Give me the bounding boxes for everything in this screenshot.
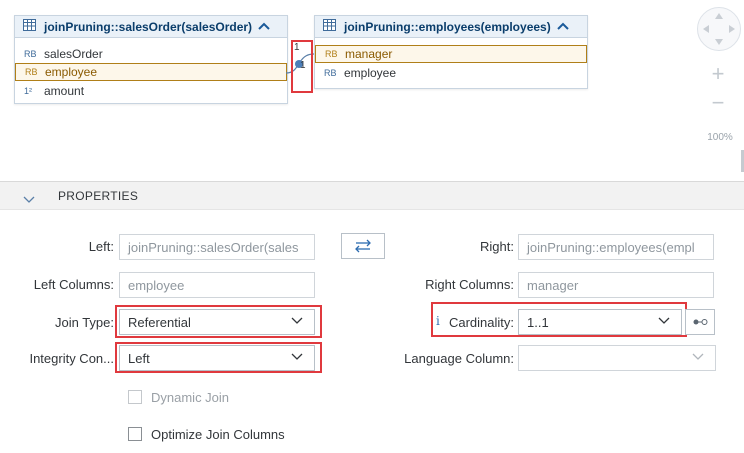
left-column-name: employee bbox=[45, 65, 98, 79]
cardinality-highlight bbox=[431, 302, 687, 337]
left-column-name: salesOrder bbox=[44, 46, 103, 61]
join-link-highlight bbox=[291, 40, 313, 93]
string-type-icon: RB bbox=[25, 67, 38, 77]
zoom-level: 100% bbox=[707, 132, 733, 143]
dynamic-join-checkbox[interactable] bbox=[128, 390, 142, 404]
right-field: joinPruning::employees(empl bbox=[518, 234, 714, 260]
properties-header[interactable]: PROPERTIES bbox=[0, 181, 744, 210]
join-type-label: Join Type: bbox=[54, 315, 114, 330]
left-column-name: amount bbox=[44, 83, 85, 98]
right-table-header[interactable]: joinPruning::employees(employees) bbox=[315, 16, 587, 38]
zoom-in-icon[interactable]: + bbox=[707, 63, 729, 86]
integrity-label: Integrity Con... bbox=[29, 351, 114, 366]
zoom-out-icon[interactable]: − bbox=[707, 92, 729, 115]
left-table-node[interactable]: joinPruning::salesOrder(salesOrder) RB s… bbox=[14, 15, 288, 104]
right-label: Right: bbox=[480, 239, 514, 254]
right-column-row[interactable]: RB employee bbox=[315, 63, 587, 82]
integrity-highlight bbox=[115, 342, 322, 373]
left-columns-field: employee bbox=[119, 272, 315, 298]
properties-title: PROPERTIES bbox=[58, 189, 139, 203]
join-canvas[interactable]: joinPruning::salesOrder(salesOrder) RB s… bbox=[0, 0, 744, 178]
chevron-down-icon bbox=[691, 349, 705, 366]
dynamic-join-label: Dynamic Join bbox=[151, 390, 230, 405]
table-icon bbox=[23, 18, 36, 36]
right-columns-label: Right Columns: bbox=[425, 277, 514, 292]
right-table-node[interactable]: joinPruning::employees(employees) RB man… bbox=[314, 15, 588, 89]
left-columns-label: Left Columns: bbox=[33, 277, 114, 292]
swap-icon bbox=[355, 239, 371, 253]
chevron-down-icon[interactable] bbox=[22, 191, 36, 209]
string-type-icon: RB bbox=[324, 67, 337, 78]
left-table-title: joinPruning::salesOrder(salesOrder) bbox=[44, 19, 253, 34]
left-field: joinPruning::salesOrder(sales bbox=[119, 234, 315, 260]
language-column-select[interactable] bbox=[518, 345, 716, 371]
left-column-row[interactable]: RB salesOrder bbox=[15, 44, 287, 63]
left-table-header[interactable]: joinPruning::salesOrder(salesOrder) bbox=[15, 16, 287, 38]
left-column-row-selected[interactable]: RB employee bbox=[15, 63, 287, 81]
right-columns-field: manager bbox=[518, 272, 714, 298]
pan-control[interactable] bbox=[697, 7, 741, 51]
collapse-icon[interactable] bbox=[556, 18, 570, 36]
right-table-title: joinPruning::employees(employees) bbox=[344, 19, 551, 34]
optimize-join-columns-checkbox[interactable] bbox=[128, 427, 142, 441]
right-column-name: employee bbox=[344, 65, 397, 80]
link-nodes-icon bbox=[693, 319, 708, 325]
string-type-icon: RB bbox=[24, 48, 37, 59]
table-icon bbox=[323, 18, 336, 36]
swap-button[interactable] bbox=[341, 233, 385, 259]
left-label: Left: bbox=[88, 239, 114, 254]
integer-type-icon: 1² bbox=[24, 85, 33, 96]
propose-cardinality-button[interactable] bbox=[685, 309, 715, 335]
right-column-row-selected[interactable]: RB manager bbox=[315, 45, 587, 63]
string-type-icon: RB bbox=[325, 49, 338, 59]
language-column-label: Language Column: bbox=[404, 351, 514, 366]
pan-arrows-icon bbox=[703, 13, 735, 45]
collapse-icon[interactable] bbox=[257, 18, 271, 36]
right-column-name: manager bbox=[345, 47, 393, 61]
optimize-join-columns-label: Optimize Join Columns bbox=[151, 427, 285, 442]
left-column-row[interactable]: 1² amount bbox=[15, 81, 287, 100]
join-type-highlight bbox=[115, 305, 322, 338]
